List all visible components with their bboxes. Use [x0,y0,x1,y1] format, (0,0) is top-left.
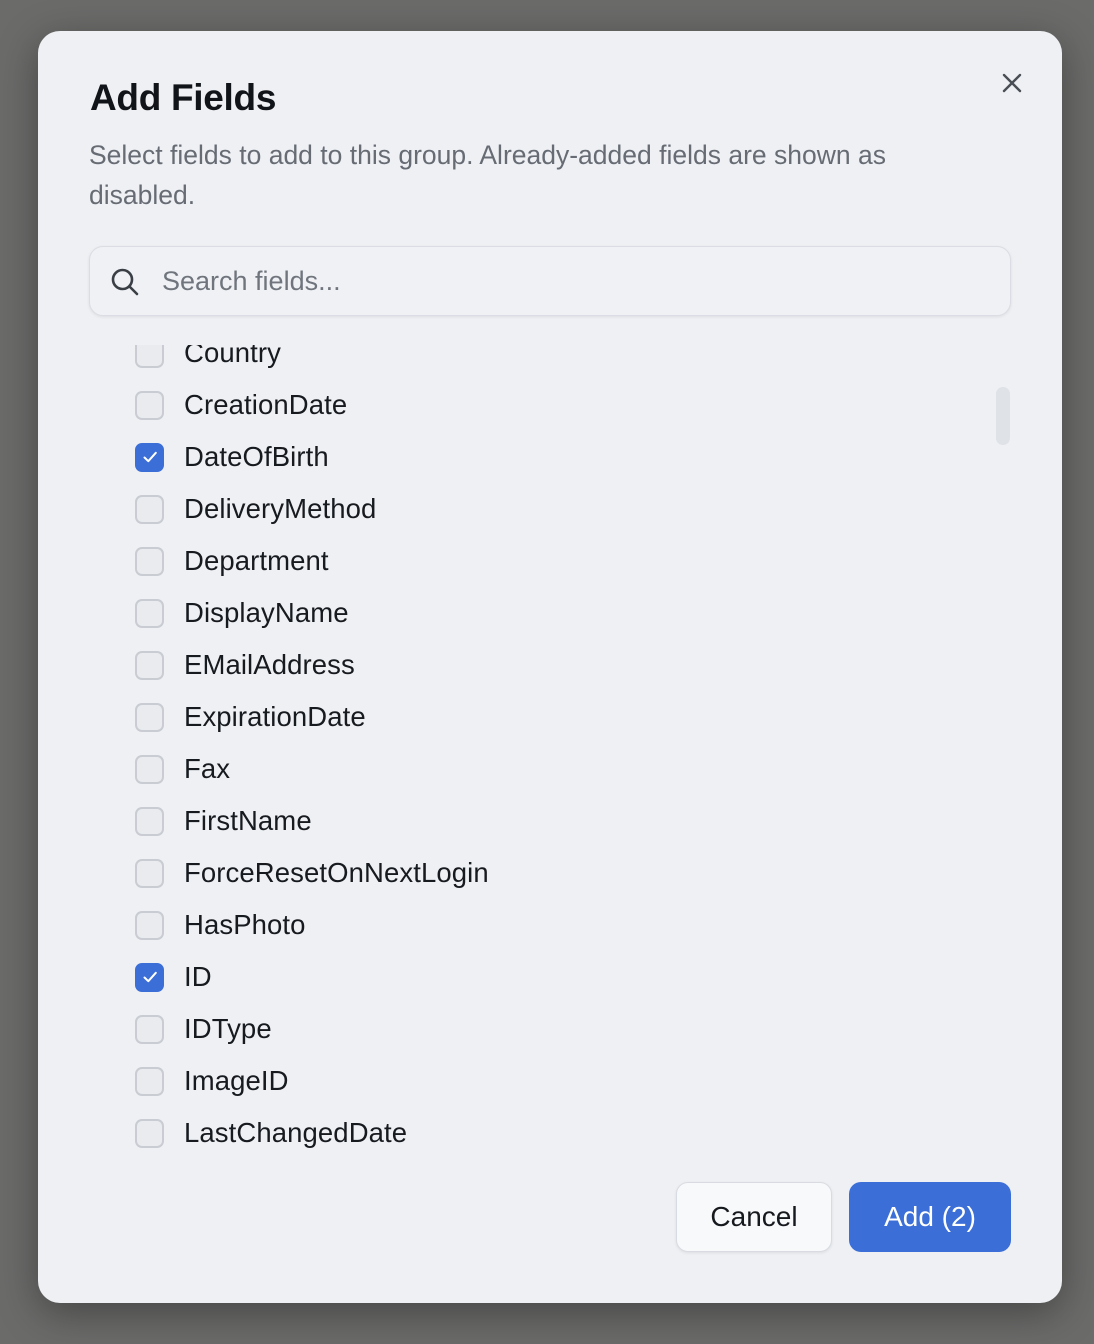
field-list-items: Country CreationDate DateOfBirth DeliveryMe… [135,345,489,1149]
field-checkbox[interactable] [135,702,164,732]
field-item[interactable]: Fax [135,743,489,795]
dialog-title: Add Fields [90,77,277,118]
close-button[interactable] [994,65,1030,101]
field-checkbox[interactable] [135,494,164,524]
field-label: ID [184,961,212,992]
field-item[interactable]: CreationDate [135,379,489,431]
field-checkbox[interactable] [135,650,164,680]
field-item[interactable]: HasPhoto [135,899,489,951]
field-checkbox[interactable] [135,1066,164,1096]
field-item[interactable]: Department [135,535,489,587]
field-checkbox[interactable] [135,345,164,368]
field-checkbox[interactable] [135,1118,164,1148]
field-item[interactable]: DeliveryMethod [135,483,489,535]
field-item[interactable]: DisplayName [135,587,489,639]
search-icon [111,268,139,296]
add-button[interactable]: Add (2) [849,1182,1011,1252]
field-label: EMailAddress [184,649,355,680]
field-checkbox[interactable] [135,546,164,576]
dialog-description: Select fields to add to this group. Alre… [89,140,886,210]
field-label: DeliveryMethod [184,493,377,524]
field-checkbox[interactable] [135,754,164,784]
field-item[interactable]: Country [135,345,489,379]
search-box[interactable] [89,246,1011,316]
close-icon [1002,73,1022,93]
field-item[interactable]: ForceResetOnNextLogin [135,847,489,899]
field-label: Fax [184,753,231,784]
search-input[interactable] [162,247,982,315]
field-checkbox[interactable] [135,390,164,420]
field-item[interactable]: ImageID [135,1055,489,1107]
checkmark-icon [143,451,157,463]
field-checkbox[interactable] [135,962,164,992]
field-label: LastChangedDate [184,1117,408,1148]
field-label: Department [184,545,329,576]
field-item[interactable]: ExpirationDate [135,691,489,743]
field-list[interactable]: Country CreationDate DateOfBirth DeliveryMe… [38,345,1062,1149]
field-label: FirstName [184,805,312,836]
field-label: Country [184,345,281,368]
scrollbar-thumb[interactable] [996,387,1010,445]
field-checkbox[interactable] [135,1014,164,1044]
field-item[interactable]: FirstName [135,795,489,847]
field-label: CreationDate [184,389,348,420]
field-item[interactable]: LastChangedDate [135,1107,489,1149]
checkmark-icon [143,971,157,983]
field-label: ImageID [184,1065,289,1096]
field-checkbox[interactable] [135,806,164,836]
field-checkbox[interactable] [135,598,164,628]
field-item[interactable]: ID [135,951,489,1003]
field-label: DateOfBirth [184,441,329,472]
add-fields-dialog: Add Fields Select fields to add to this … [38,31,1062,1303]
field-item[interactable]: DateOfBirth [135,431,489,483]
field-label: HasPhoto [184,909,306,940]
field-item[interactable]: IDType [135,1003,489,1055]
field-item[interactable]: EMailAddress [135,639,489,691]
field-label: ExpirationDate [184,701,366,732]
field-checkbox[interactable] [135,858,164,888]
field-checkbox[interactable] [135,442,164,472]
field-checkbox[interactable] [135,910,164,940]
cancel-button[interactable]: Cancel [676,1182,832,1252]
field-label: IDType [184,1013,272,1044]
field-label: DisplayName [184,597,349,628]
field-label: ForceResetOnNextLogin [184,857,489,888]
